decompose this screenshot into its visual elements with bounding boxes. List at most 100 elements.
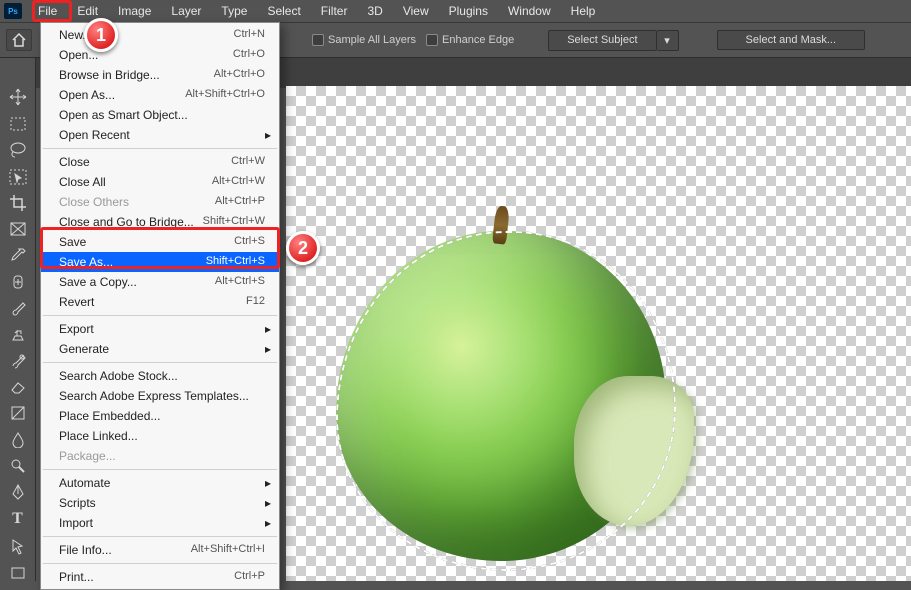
crop-tool[interactable]: [6, 195, 30, 211]
menu-item-open[interactable]: Open...Ctrl+O: [41, 45, 279, 65]
menu-file[interactable]: File: [28, 2, 67, 20]
checkbox-icon: [312, 34, 324, 46]
opt-enhance-edge[interactable]: Enhance Edge: [426, 34, 514, 46]
menu-item-label: Print...: [59, 570, 94, 584]
checkbox-icon: [426, 34, 438, 46]
menu-item-shortcut: Alt+Ctrl+O: [214, 68, 265, 82]
opt-sample-all[interactable]: Sample All Layers: [312, 34, 416, 46]
menu-item-open-as-smart-object[interactable]: Open as Smart Object...: [41, 105, 279, 125]
file-menu-dropdown: New...Ctrl+NOpen...Ctrl+OBrowse in Bridg…: [40, 22, 280, 590]
type-tool[interactable]: T: [6, 510, 30, 528]
menu-image[interactable]: Image: [108, 2, 161, 20]
menu-plugins[interactable]: Plugins: [439, 2, 498, 20]
submenu-arrow-icon: ▸: [265, 476, 271, 490]
menu-item-generate[interactable]: Generate▸: [41, 339, 279, 359]
menu-item-shortcut: Ctrl+S: [234, 235, 265, 249]
menu-item-import[interactable]: Import▸: [41, 513, 279, 533]
menu-item-shortcut: Alt+Shift+Ctrl+I: [191, 543, 265, 557]
menu-separator: [43, 536, 277, 537]
menu-filter[interactable]: Filter: [311, 2, 358, 20]
menubar: Ps File Edit Image Layer Type Select Fil…: [0, 0, 911, 22]
menu-item-label: Search Adobe Stock...: [59, 369, 178, 383]
menu-item-label: Close: [59, 155, 90, 169]
clone-stamp-tool[interactable]: [6, 326, 30, 342]
menu-window[interactable]: Window: [498, 2, 561, 20]
menu-item-save-a-copy[interactable]: Save a Copy...Alt+Ctrl+S: [41, 272, 279, 292]
menu-item-label: Place Embedded...: [59, 409, 160, 423]
lasso-tool[interactable]: [6, 142, 30, 158]
menu-item-search-adobe-stock[interactable]: Search Adobe Stock...: [41, 366, 279, 386]
opt-sample-all-label: Sample All Layers: [328, 34, 416, 46]
menu-item-new[interactable]: New...Ctrl+N: [41, 25, 279, 45]
menu-item-browse-in-bridge[interactable]: Browse in Bridge...Alt+Ctrl+O: [41, 65, 279, 85]
menu-item-file-info[interactable]: File Info...Alt+Shift+Ctrl+I: [41, 540, 279, 560]
menu-item-place-embedded[interactable]: Place Embedded...: [41, 406, 279, 426]
menu-item-print[interactable]: Print...Ctrl+P: [41, 567, 279, 587]
menu-item-place-linked[interactable]: Place Linked...: [41, 426, 279, 446]
menu-item-label: Open as Smart Object...: [59, 108, 188, 122]
ps-app-icon: Ps: [4, 3, 22, 19]
menu-item-search-adobe-express-templates[interactable]: Search Adobe Express Templates...: [41, 386, 279, 406]
menu-item-label: Save a Copy...: [59, 275, 137, 289]
menu-item-shortcut: Shift+Ctrl+S: [206, 255, 265, 269]
menu-item-shortcut: F12: [246, 295, 265, 309]
menu-separator: [43, 148, 277, 149]
menu-item-open-as[interactable]: Open As... Alt+Shift+Ctrl+O: [41, 85, 279, 105]
menu-item-close[interactable]: CloseCtrl+W: [41, 152, 279, 172]
menu-item-label: Search Adobe Express Templates...: [59, 389, 249, 403]
blur-tool[interactable]: [6, 432, 30, 448]
menu-item-automate[interactable]: Automate▸: [41, 473, 279, 493]
menu-item-shortcut: Alt+Shift+Ctrl+O: [185, 88, 265, 102]
gradient-tool[interactable]: [6, 405, 30, 421]
select-subject-dropdown[interactable]: ▾: [657, 30, 679, 51]
history-brush-tool[interactable]: [6, 353, 30, 369]
menu-view[interactable]: View: [393, 2, 439, 20]
menu-item-shortcut: Ctrl+N: [234, 28, 265, 42]
submenu-arrow-icon: ▸: [265, 342, 271, 356]
menu-item-open-recent[interactable]: Open Recent▸: [41, 125, 279, 145]
dodge-tool[interactable]: [6, 458, 30, 474]
home-button[interactable]: [6, 29, 32, 51]
select-subject-button[interactable]: Select Subject: [548, 30, 656, 51]
healing-brush-tool[interactable]: [6, 274, 30, 290]
menu-item-save-as[interactable]: Save As...Shift+Ctrl+S: [41, 252, 279, 272]
pen-tool[interactable]: [6, 484, 30, 500]
menu-item-shortcut: Alt+Ctrl+P: [215, 195, 265, 209]
eraser-tool[interactable]: [6, 379, 30, 395]
rectangle-tool[interactable]: [6, 565, 30, 581]
frame-tool[interactable]: [6, 221, 30, 237]
callout-2-badge: 2: [286, 231, 320, 265]
menu-item-export[interactable]: Export▸: [41, 319, 279, 339]
menu-item-shortcut: Shift+Ctrl+W: [203, 215, 265, 229]
menu-item-label: Open As...: [59, 88, 115, 102]
path-selection-tool[interactable]: [6, 538, 30, 554]
menu-item-label: Export: [59, 322, 94, 336]
menu-separator: [43, 469, 277, 470]
menu-type[interactable]: Type: [211, 2, 257, 20]
eyedropper-tool[interactable]: [6, 247, 30, 263]
menu-item-close-and-go-to-bridge[interactable]: Close and Go to Bridge...Shift+Ctrl+W: [41, 212, 279, 232]
select-and-mask-button[interactable]: Select and Mask...: [717, 30, 866, 50]
menu-item-label: Save: [59, 235, 86, 249]
menu-item-shortcut: Ctrl+O: [233, 48, 265, 62]
brush-tool[interactable]: [6, 300, 30, 316]
menu-item-shortcut: Alt+Ctrl+W: [212, 175, 265, 189]
menu-layer[interactable]: Layer: [161, 2, 211, 20]
submenu-arrow-icon: ▸: [265, 128, 271, 142]
menu-select[interactable]: Select: [257, 2, 310, 20]
menu-item-label: Close Others: [59, 195, 129, 209]
move-tool[interactable]: [6, 88, 30, 106]
submenu-arrow-icon: ▸: [265, 496, 271, 510]
menu-item-revert[interactable]: Revert F12: [41, 292, 279, 312]
menu-item-label: Revert: [59, 295, 94, 309]
menu-3d[interactable]: 3D: [357, 2, 392, 20]
callout-1-badge: 1: [84, 18, 118, 52]
menu-item-save[interactable]: Save Ctrl+S: [41, 232, 279, 252]
object-selection-tool[interactable]: [6, 169, 30, 185]
menu-item-scripts[interactable]: Scripts▸: [41, 493, 279, 513]
marquee-tool[interactable]: [6, 116, 30, 132]
menu-item-close-all[interactable]: Close AllAlt+Ctrl+W: [41, 172, 279, 192]
menu-item-label: Import: [59, 516, 93, 530]
menu-help[interactable]: Help: [561, 2, 606, 20]
menu-separator: [43, 362, 277, 363]
